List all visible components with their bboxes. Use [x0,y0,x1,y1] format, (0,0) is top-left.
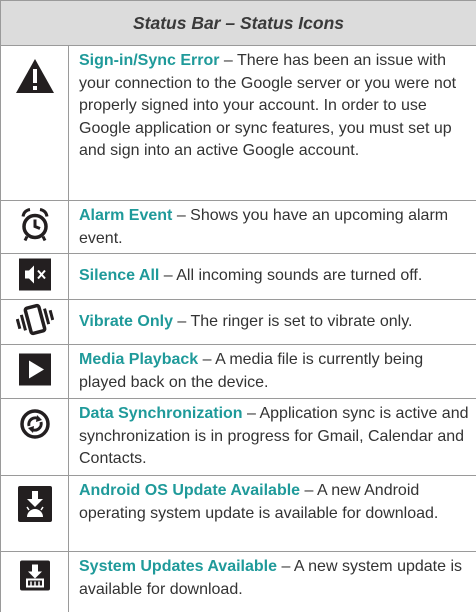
table-row: Data Synchronization – Application sync … [1,399,476,476]
table-row: System Updates Available – A new system … [1,552,476,612]
row-title: Vibrate Only [79,312,173,330]
android-update-icon [17,486,52,527]
play-icon [18,353,51,390]
status-icons-table: Status Bar – Status Icons Sign-in/Sync E… [0,0,476,612]
row-title: Data Synchronization [79,405,243,422]
row-title: Android OS Update Available [79,482,301,499]
alarm-clock-icon [20,208,50,247]
table-row: Media Playback – A media file is current… [1,345,476,399]
table-header: Status Bar – Status Icons [1,0,476,46]
silence-speaker-icon [18,258,51,295]
table-row: Alarm Event – Shows you have an upcoming… [1,201,476,254]
table-row: Sign-in/Sync Error – There has been an i… [1,46,476,201]
row-title: Sign-in/Sync Error [79,52,220,69]
row-title: Silence All [79,267,160,285]
row-title: Alarm Event [79,207,173,224]
row-description: The ringer is set to vibrate only. [190,312,413,330]
table-row: Silence All – All incoming sounds are tu… [1,254,476,300]
sync-icon [19,409,50,444]
table-row: Android OS Update Available – A new Andr… [1,476,476,552]
table-row: Vibrate Only – The ringer is set to vibr… [1,300,476,345]
row-description: All incoming sounds are turned off. [176,267,423,285]
table-title: Status Bar – Status Icons [132,12,345,33]
row-title: Media Playback [79,351,199,368]
vibrate-phone-icon [15,303,54,341]
row-title: System Updates Available [79,558,278,575]
system-update-icon [19,560,50,596]
warning-triangle-icon [15,58,55,99]
